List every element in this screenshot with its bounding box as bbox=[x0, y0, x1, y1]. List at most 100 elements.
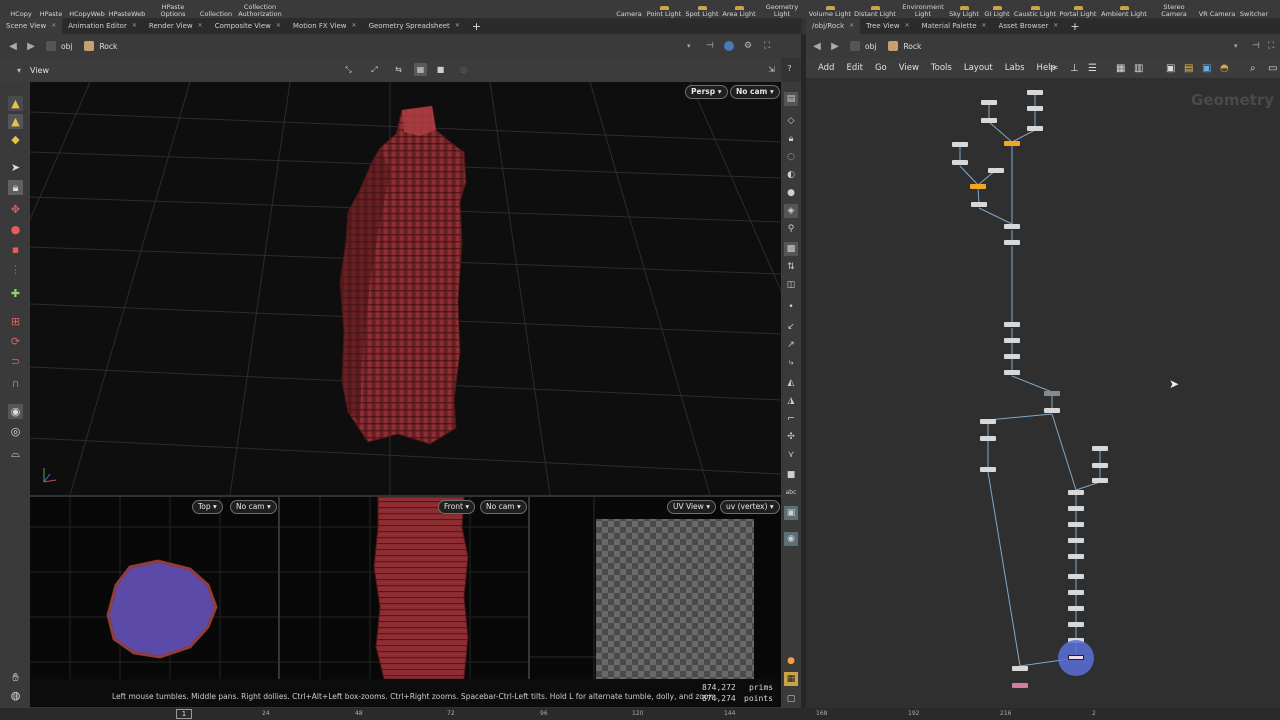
close-icon[interactable]: ✕ bbox=[51, 18, 56, 34]
sop-node[interactable] bbox=[1092, 463, 1108, 468]
tab-render-view[interactable]: Render View ✕ bbox=[143, 18, 209, 34]
add-tab-button[interactable]: + bbox=[466, 20, 487, 33]
add-tab-button[interactable]: + bbox=[1064, 20, 1085, 33]
viewport-perspective[interactable]: Persp ▾ No cam ▾ bbox=[30, 82, 781, 495]
camera-tool-icon[interactable]: ◍ bbox=[8, 688, 23, 703]
maximize-icon[interactable]: ⛶ bbox=[764, 41, 770, 51]
close-icon[interactable]: ✕ bbox=[132, 18, 137, 34]
menu-go[interactable]: Go bbox=[869, 63, 893, 73]
shelf-point-light-button[interactable]: Point Light bbox=[646, 0, 682, 18]
shelf-hpaste-options-button[interactable]: HPaste Options bbox=[155, 0, 191, 18]
shelf-switcher-button[interactable]: Switcher bbox=[1238, 0, 1270, 18]
display-options-icon[interactable]: ▦ bbox=[414, 63, 427, 76]
camera-dropdown[interactable]: No cam ▾ bbox=[480, 500, 527, 514]
sop-node[interactable] bbox=[1004, 370, 1020, 375]
close-icon[interactable]: ✕ bbox=[982, 18, 987, 34]
snap-icon[interactable]: ⇆ bbox=[392, 63, 405, 76]
transform-icon[interactable]: ⤢ bbox=[368, 63, 381, 76]
sort-icon[interactable]: ⇅ bbox=[784, 260, 798, 274]
crosshair-icon[interactable]: ✣ bbox=[784, 430, 798, 444]
shelf-vr-camera-button[interactable]: VR Camera bbox=[1198, 0, 1236, 18]
link-icon[interactable] bbox=[724, 41, 734, 51]
sop-node[interactable] bbox=[1068, 574, 1084, 579]
sop-node[interactable] bbox=[1012, 666, 1028, 671]
breadcrumb-obj[interactable]: obj bbox=[850, 41, 876, 51]
menu-add[interactable]: Add bbox=[812, 63, 840, 73]
hand-tool-icon[interactable]: ✋︎ bbox=[8, 670, 23, 685]
menu-tools[interactable]: Tools bbox=[925, 63, 958, 73]
move-tool-icon[interactable]: ✥ bbox=[8, 202, 23, 217]
tree-icon[interactable]: ⊥ bbox=[1070, 63, 1079, 74]
close-icon[interactable]: ✕ bbox=[352, 18, 357, 34]
handle-tool-icon[interactable]: ⋮ bbox=[8, 262, 23, 277]
shelf-spot-light-button[interactable]: Spot Light bbox=[685, 0, 719, 18]
shelf-volume-light-button[interactable]: Volume Light bbox=[808, 0, 852, 18]
sop-node[interactable] bbox=[988, 168, 1004, 173]
viewport-front[interactable]: Front ▾ No cam ▾ bbox=[280, 497, 529, 679]
visibility-icon[interactable]: ◎ bbox=[8, 424, 23, 439]
sop-node[interactable] bbox=[1044, 408, 1060, 413]
sop-node[interactable] bbox=[1027, 126, 1043, 131]
uv-attribute-dropdown[interactable]: uv (vertex) ▾ bbox=[720, 500, 780, 514]
close-icon[interactable]: ✕ bbox=[905, 18, 910, 34]
grid-layout-icon[interactable]: ▦ bbox=[784, 672, 798, 686]
shelf-sky-light-button[interactable]: Sky Light bbox=[948, 0, 980, 18]
sop-node[interactable] bbox=[980, 436, 996, 441]
shelf-hcopy-button[interactable]: HCopy bbox=[8, 0, 34, 18]
shelf-geometry-light-button[interactable]: Geometry Light bbox=[764, 0, 800, 18]
shelf-environment-light-button[interactable]: Environment Light bbox=[900, 0, 946, 18]
sop-node[interactable] bbox=[981, 100, 997, 105]
shelf-distant-light-button[interactable]: Distant Light bbox=[854, 0, 896, 18]
network-editor-canvas[interactable]: Geometry ➤ bbox=[806, 78, 1280, 708]
sop-node[interactable] bbox=[981, 118, 997, 123]
square-icon[interactable]: ■ bbox=[784, 468, 798, 482]
back-arrow-icon[interactable]: ◀ bbox=[4, 41, 22, 52]
sop-node[interactable] bbox=[1027, 106, 1043, 111]
shelf-hcopyweb-button[interactable]: HCopyWeb bbox=[68, 0, 106, 18]
tab-animation-editor[interactable]: Animation Editor ✕ bbox=[62, 18, 143, 34]
tab-tree-view[interactable]: Tree View ✕ bbox=[860, 18, 915, 34]
tab-geometry-spreadsheet[interactable]: Geometry Spreadsheet ✕ bbox=[363, 18, 466, 34]
magnet-icon[interactable]: ⊃ bbox=[8, 354, 23, 369]
wrench-icon[interactable]: ✂ bbox=[1050, 63, 1058, 74]
shelf-camera-button[interactable]: Camera bbox=[614, 0, 644, 18]
stop-icon[interactable]: ■ bbox=[434, 63, 447, 76]
tab-composite-view[interactable]: Composite View ✕ bbox=[209, 18, 287, 34]
sop-node[interactable] bbox=[952, 160, 968, 165]
connect-icon[interactable]: ⋎ bbox=[784, 448, 798, 462]
close-icon[interactable]: ✕ bbox=[1053, 18, 1058, 34]
select-tool-icon[interactable]: ▲ bbox=[8, 96, 23, 111]
path-dropdown-icon[interactable]: ▾ bbox=[1234, 42, 1238, 50]
menu-edit[interactable]: Edit bbox=[840, 63, 868, 73]
current-frame-marker[interactable]: 1 bbox=[176, 709, 192, 719]
tab-motion-fx-view[interactable]: Motion FX View ✕ bbox=[287, 18, 363, 34]
bulb-icon[interactable]: ● bbox=[784, 186, 798, 200]
shelf-stereo-camera-button[interactable]: Stereo Camera bbox=[1156, 0, 1192, 18]
lock-icon[interactable]: 🔒︎ bbox=[8, 180, 23, 195]
maximize-icon[interactable]: ▭ bbox=[1268, 63, 1277, 74]
forward-arrow-icon[interactable]: ▶ bbox=[22, 41, 40, 52]
viewer-menu-icon[interactable]: ▾ bbox=[17, 66, 21, 75]
shading-icon[interactable]: ◈ bbox=[784, 204, 798, 218]
pin-marker-icon[interactable]: ⚲ bbox=[784, 222, 798, 236]
corner-icon[interactable]: ⌐ bbox=[784, 412, 798, 426]
point-icon[interactable]: • bbox=[784, 300, 798, 314]
breadcrumb-obj[interactable]: obj bbox=[46, 41, 72, 51]
sop-node-display[interactable] bbox=[1068, 655, 1084, 660]
columns-icon[interactable]: ▥ bbox=[1134, 63, 1143, 74]
search-icon[interactable]: ⌕ bbox=[1250, 63, 1256, 74]
pin-icon[interactable]: ⊣ bbox=[706, 41, 714, 51]
tab-asset-browser[interactable]: Asset Browser ✕ bbox=[993, 18, 1065, 34]
projection-dropdown[interactable]: Top ▾ bbox=[192, 500, 223, 514]
pose-tool-icon[interactable]: ✚ bbox=[8, 286, 23, 301]
sop-node[interactable] bbox=[1068, 590, 1084, 595]
shelf-hpaste-button[interactable]: HPaste bbox=[38, 0, 64, 18]
menu-view[interactable]: View bbox=[893, 63, 925, 73]
shelf-portal-light-button[interactable]: Portal Light bbox=[1058, 0, 1098, 18]
palette-icon[interactable]: ◓ bbox=[1220, 63, 1229, 74]
image-icon[interactable]: ▣ bbox=[784, 506, 798, 520]
close-icon[interactable]: ✕ bbox=[198, 18, 203, 34]
shelf-caustic-light-button[interactable]: Caustic Light bbox=[1014, 0, 1056, 18]
expand-icon[interactable]: ▢ bbox=[784, 692, 798, 706]
tab-scene-view[interactable]: Scene View ✕ bbox=[0, 18, 63, 34]
